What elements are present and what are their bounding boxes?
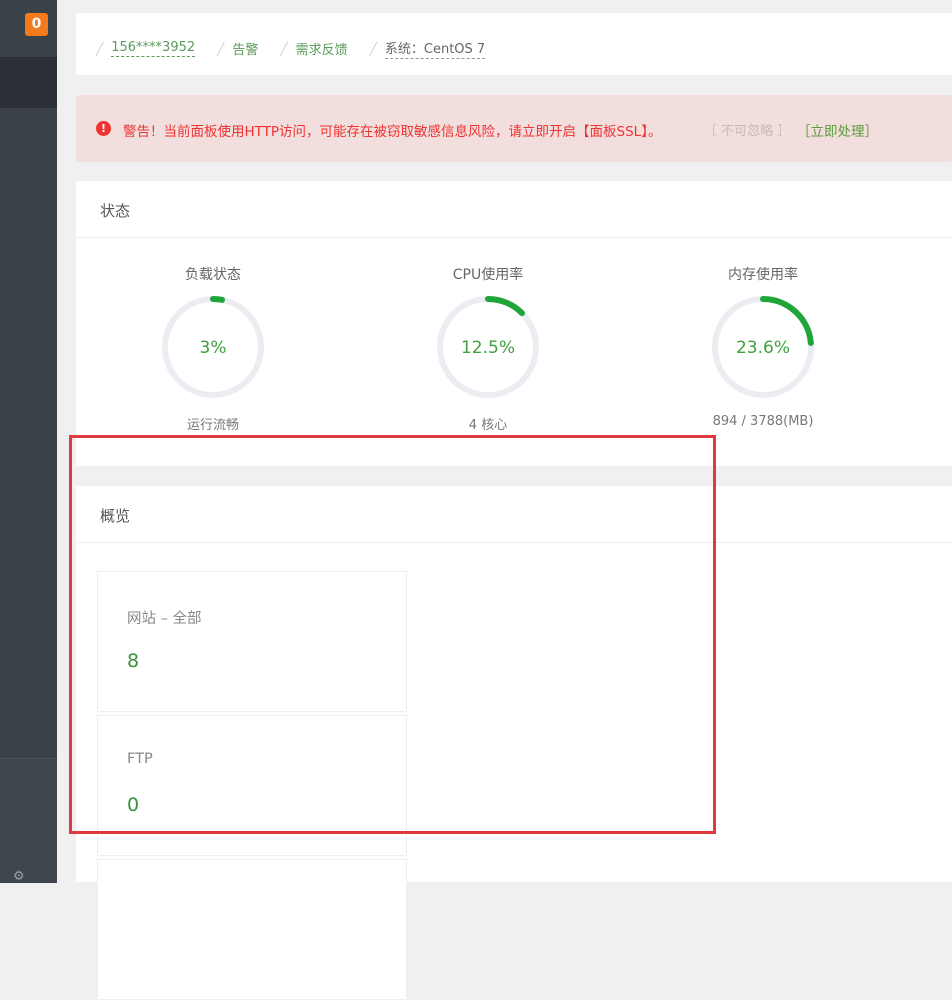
gauge-memory[interactable]: 内存使用率 23.6% 894 / 3788(MB) [683,264,843,429]
user-phone-link[interactable]: 156****3952 [111,40,196,57]
gauge-label: 负载状态 [185,267,241,283]
gauge-label: CPU使用率 [452,267,524,283]
stat-ftp[interactable]: FTP 0 [97,715,407,856]
status-header: 状态 [76,181,952,238]
feedback-link[interactable]: 需求反馈 [296,39,348,58]
divider: ╱ [369,41,377,56]
status-panel: 状态 负载状态 3% 运行流畅 CPU使用率 12.5% 4 核心 内存使用率 … [76,181,952,466]
sidebar: 0 ⚙ [0,0,57,884]
status-title: 状态 [100,202,131,220]
breadcrumb: ╱ 156****3952 ╱ 告警 ╱ 需求反馈 ╱ 系统：CentOS 7 [96,38,507,59]
alarm-link[interactable]: 告警 [232,39,258,58]
overview-header: 概览 [76,486,952,543]
notification-badge[interactable]: 0 [25,13,48,36]
divider: ╱ [96,41,104,56]
gauge-load[interactable]: 负载状态 3% 运行流畅 [133,264,293,433]
sidebar-header: 0 [0,0,57,57]
alert-ignore-label: ［ 不可忽略 ］ [704,124,791,139]
stat-next[interactable] [97,859,407,1000]
divider: ╱ [280,41,288,56]
top-info-bar: ╱ 156****3952 ╱ 告警 ╱ 需求反馈 ╱ 系统：CentOS 7 [76,13,952,75]
divider: ╱ [217,41,225,56]
exclamation-icon: ! [96,121,111,136]
system-info[interactable]: 系统：CentOS 7 [384,38,486,59]
gauge-ring: 23.6% [712,296,814,398]
crumb-feedback: ╱ 需求反馈 [280,38,347,59]
gauge-sub: 894 / 3788(MB) [712,414,814,429]
stat-websites[interactable]: 网站 – 全部 8 [97,571,407,712]
gauge-value: 12.5% [461,338,515,358]
stat-value[interactable]: 0 [127,794,139,816]
sidebar-footer [0,758,57,883]
sidebar-item-active[interactable] [0,57,57,108]
gauge-value: 3% [200,338,227,358]
gauge-cpu[interactable]: CPU使用率 12.5% 4 核心 [408,264,568,433]
alert-fix-link[interactable]: ［立即处理］ [797,120,878,140]
stat-label: FTP [127,751,153,767]
stat-label: 网站 – 全部 [127,611,202,627]
crumb-alarm: ╱ 告警 [217,38,258,59]
gauge-ring: 3% [162,296,264,398]
security-alert: ! 警告！当前面板使用HTTP访问，可能存在被窃取敏感信息风险，请立即开启【面板… [76,95,952,162]
alert-message: 警告！当前面板使用HTTP访问，可能存在被窃取敏感信息风险，请立即开启【面板SS… [123,124,662,140]
gauge-sub: 运行流畅 [186,418,239,433]
gauge-value: 23.6% [736,338,790,358]
gauge-sub: 4 核心 [468,418,508,433]
gauge-ring: 12.5% [437,296,539,398]
gauge-label: 内存使用率 [728,267,798,283]
crumb-user: ╱ 156****3952 [96,38,196,59]
overview-panel: 概览 网站 – 全部 8 FTP 0 [76,486,952,1000]
crumb-system: ╱ 系统：CentOS 7 [370,38,486,59]
overview-title: 概览 [100,507,131,525]
stat-value[interactable]: 8 [127,650,139,672]
